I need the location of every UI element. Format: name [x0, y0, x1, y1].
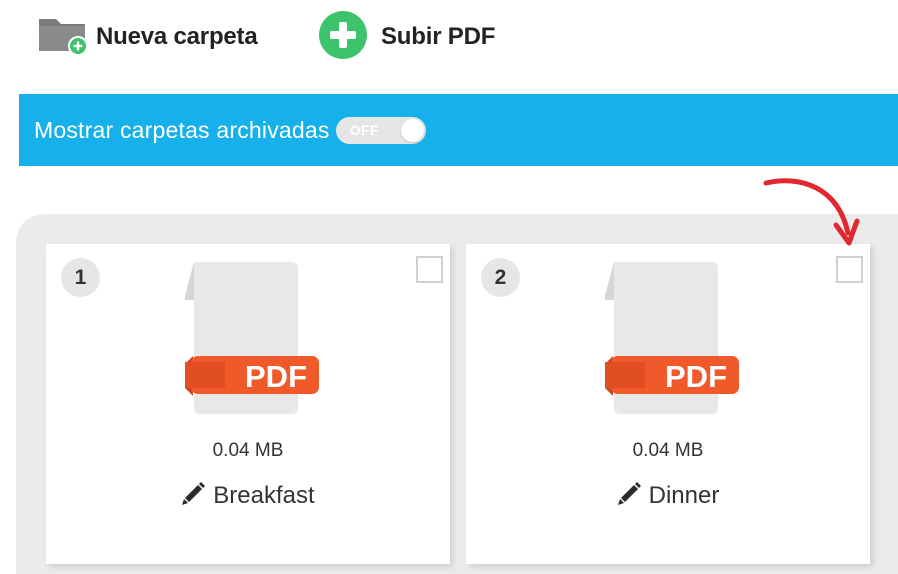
file-name-edit[interactable]: Dinner: [466, 480, 870, 511]
file-name: Breakfast: [213, 481, 315, 509]
pencil-icon: [617, 480, 643, 511]
annotation-arrow-icon: [760, 175, 860, 260]
file-number-badge: 1: [61, 258, 100, 297]
pdf-file-icon: PDF: [184, 262, 321, 421]
file-size: 0.04 MB: [632, 440, 704, 461]
archived-folders-label: Mostrar carpetas archivadas: [34, 116, 330, 143]
file-name: Dinner: [648, 481, 720, 509]
file-number-badge: 2: [481, 258, 520, 297]
archived-folders-bar: Mostrar carpetas archivadas OFF: [19, 94, 898, 166]
file-card[interactable]: 2 PDF 0.04 MB Dinner: [466, 244, 870, 564]
pdf-file-icon: PDF: [604, 262, 741, 421]
pdf-label: PDF: [245, 359, 307, 394]
file-name-edit[interactable]: Breakfast: [46, 480, 450, 511]
pencil-icon: [181, 480, 207, 511]
file-size: 0.04 MB: [212, 440, 284, 461]
file-select-checkbox[interactable]: [416, 256, 443, 283]
folder-add-icon: [38, 13, 90, 62]
new-folder-label: Nueva carpeta: [96, 23, 258, 50]
toggle-knob: [400, 118, 424, 142]
file-card[interactable]: 1 PDF 0.04 MB Breakfast: [46, 244, 450, 564]
archived-folders-toggle[interactable]: OFF: [335, 116, 426, 144]
upload-pdf-label: Subir PDF: [381, 23, 496, 50]
new-folder-button[interactable]: Nueva carpeta: [38, 12, 258, 62]
toggle-state-text: OFF: [349, 121, 380, 138]
pdf-label: PDF: [665, 359, 727, 394]
plus-circle-icon: [319, 10, 367, 64]
upload-pdf-button[interactable]: Subir PDF: [319, 10, 496, 64]
file-select-checkbox[interactable]: [836, 256, 863, 283]
